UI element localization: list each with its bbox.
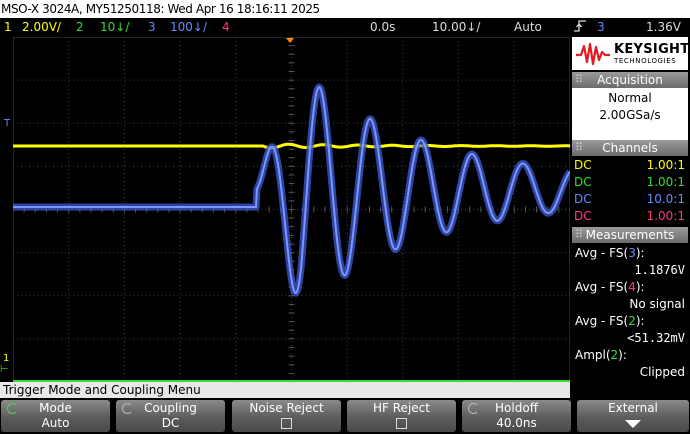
ch4-number[interactable]: 4 bbox=[222, 18, 230, 36]
ch1-number[interactable]: 1 bbox=[4, 18, 12, 36]
grip-icon: ⠿ bbox=[575, 141, 584, 154]
coupling-softkey[interactable]: Coupling DC bbox=[116, 400, 225, 432]
ch3-scale[interactable]: 100↓/ bbox=[170, 18, 207, 36]
submenu-down-arrow-icon bbox=[625, 420, 641, 428]
horizontal-delay[interactable]: 0.0s bbox=[370, 18, 395, 36]
rising-edge-icon bbox=[573, 19, 587, 38]
trigger-mode[interactable]: Auto bbox=[514, 18, 542, 36]
holdoff-softkey[interactable]: Holdoff 40.0ns bbox=[462, 400, 571, 432]
menu-caption: Trigger Mode and Coupling Menu bbox=[0, 382, 570, 398]
measurement-label-4[interactable]: Ampl(2): bbox=[575, 348, 627, 362]
keysight-logo: KEYSIGHT TECHNOLOGIES bbox=[572, 37, 690, 70]
measurement-value-4: Clipped bbox=[639, 365, 685, 379]
external-softkey[interactable]: External bbox=[577, 400, 689, 432]
trigger-source[interactable]: 3 bbox=[597, 18, 605, 36]
measurement-label-1[interactable]: Avg - FS(3): bbox=[575, 246, 645, 260]
grip-icon: ⠿ bbox=[575, 73, 584, 86]
noise-reject-checkbox-icon bbox=[281, 418, 292, 429]
measurement-value-2: No signal bbox=[629, 297, 685, 311]
grip-icon: ⠿ bbox=[575, 228, 584, 241]
acquisition-mode: Normal bbox=[608, 91, 652, 105]
measurement-label-3[interactable]: Avg - FS(2): bbox=[575, 314, 645, 328]
ch3-number[interactable]: 3 bbox=[148, 18, 156, 36]
noise-reject-softkey[interactable]: Noise Reject bbox=[232, 400, 341, 432]
measurements-header[interactable]: ⠿ Measurements bbox=[572, 227, 688, 243]
softkey-bar: Mode Auto Coupling DC Noise Reject HF Re… bbox=[0, 398, 690, 434]
measurement-value-1: 1.1876V bbox=[634, 263, 685, 277]
channel-row-2[interactable]: DC 1.00:1 bbox=[572, 174, 688, 190]
trigger-level[interactable]: 1.36V bbox=[646, 18, 681, 36]
hf-reject-checkbox-icon bbox=[396, 418, 407, 429]
channel-row-4[interactable]: DC 1.00:1 bbox=[572, 208, 688, 224]
channels-header[interactable]: ⠿ Channels bbox=[572, 140, 688, 156]
waveform-display[interactable] bbox=[13, 37, 570, 382]
measurement-value-3: <51.32mV bbox=[627, 331, 685, 345]
ch2-number[interactable]: 2 bbox=[76, 18, 84, 36]
timebase-scale[interactable]: 10.00↓/ bbox=[432, 18, 480, 36]
keysight-wave-icon bbox=[576, 43, 610, 65]
acquisition-body: Normal 2.00GSa/s bbox=[572, 88, 688, 141]
trigger-position-marker bbox=[286, 38, 294, 43]
side-panel: KEYSIGHT TECHNOLOGIES ⠿ Acquisition Norm… bbox=[570, 37, 690, 382]
hf-reject-softkey[interactable]: HF Reject bbox=[347, 400, 456, 432]
brand-subtitle: TECHNOLOGIES bbox=[614, 57, 677, 65]
sample-rate: 2.00GSa/s bbox=[599, 108, 661, 122]
channel-row-3[interactable]: DC 10.0:1 bbox=[572, 191, 688, 207]
ch2-ground-marker[interactable]: ⊢ bbox=[0, 364, 9, 375]
measurements-body: Avg - FS(3): 1.1876V Avg - FS(4): No sig… bbox=[572, 243, 688, 382]
measurement-label-2[interactable]: Avg - FS(4): bbox=[575, 280, 645, 294]
status-bar: 1 2.00V/ 2 10↓/ 3 100↓/ 4 0.0s 10.00↓/ A… bbox=[0, 18, 690, 36]
channel-row-1[interactable]: DC 1.00:1 bbox=[572, 157, 688, 173]
acquisition-header[interactable]: ⠿ Acquisition bbox=[572, 72, 688, 88]
trigger-level-marker[interactable]: T bbox=[4, 118, 10, 129]
ch2-scale[interactable]: 10↓/ bbox=[100, 18, 129, 36]
brand-name: KEYSIGHT bbox=[614, 42, 690, 57]
window-title: MSO-X 3024A, MY51250118: Wed Apr 16 18:1… bbox=[0, 0, 690, 18]
mode-softkey[interactable]: Mode Auto bbox=[1, 400, 110, 432]
ch1-scale[interactable]: 2.00V/ bbox=[22, 18, 61, 36]
channels-body: DC 1.00:1 DC 1.00:1 DC 10.0:1 DC 1.00:1 bbox=[572, 156, 688, 225]
ch1-ground-marker[interactable]: 1 bbox=[3, 353, 9, 364]
channel-1-waveform bbox=[13, 142, 570, 150]
rotary-knob-icon bbox=[468, 403, 479, 414]
rotary-knob-icon bbox=[122, 403, 133, 414]
rotary-knob-icon bbox=[7, 403, 18, 414]
